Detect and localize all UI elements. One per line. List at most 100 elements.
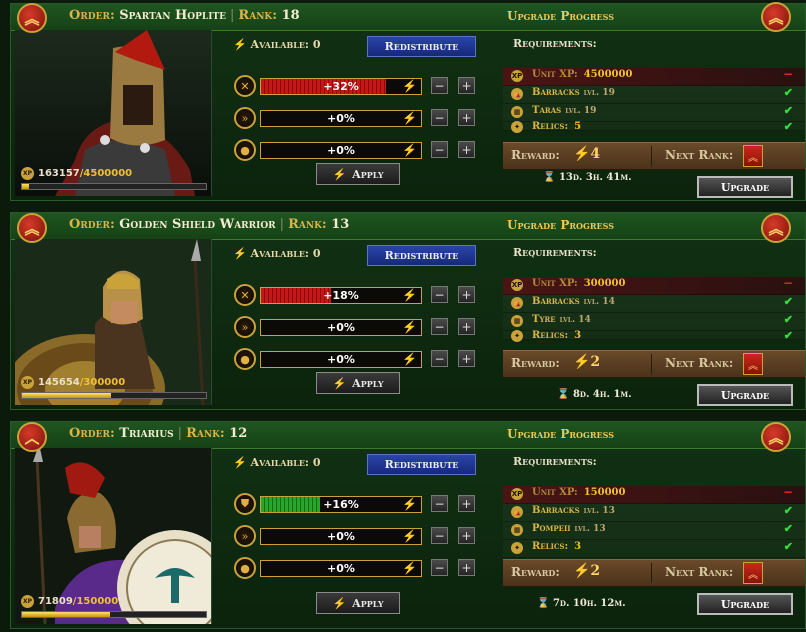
xp-icon: XP: [21, 595, 34, 608]
check-icon: ✔: [783, 329, 793, 342]
reward-bar: Reward: ⚡2 Next Rank: ︽: [503, 350, 805, 378]
energy-icon: ⚡: [402, 143, 417, 157]
crossed-swords-icon: ✕: [234, 75, 256, 97]
stat-bar: +0% ⚡: [260, 142, 422, 159]
next-rank-chevron-icon: ︽: [743, 145, 763, 167]
decrease-button[interactable]: −: [431, 527, 448, 544]
barracks-icon: ⛺: [511, 88, 523, 100]
money-bag-icon: ●: [234, 348, 256, 370]
increase-button[interactable]: +: [458, 286, 475, 303]
apply-label: Apply: [352, 596, 384, 610]
stat-bar: +0% ⚡: [260, 528, 422, 545]
requirement-row: ✦ Relics: 5 ✔: [503, 120, 805, 133]
decrease-button[interactable]: −: [431, 318, 448, 335]
reward-value: ⚡2: [573, 354, 601, 370]
energy-icon: ⚡: [402, 288, 417, 302]
xp-bar: [21, 183, 207, 190]
double-chevron-icon: »: [234, 107, 256, 129]
available-points: Available: 0: [250, 38, 321, 51]
requirements-title: Requirements:: [513, 246, 597, 259]
upgrade-button[interactable]: Upgrade: [697, 384, 793, 406]
decrease-button[interactable]: −: [431, 350, 448, 367]
energy-icon: ⚡: [332, 167, 347, 181]
stat-row: » +0% ⚡ − +: [234, 107, 486, 129]
xp-icon: XP: [511, 70, 523, 82]
increase-button[interactable]: +: [458, 109, 475, 126]
decrease-button[interactable]: −: [431, 286, 448, 303]
decrease-button[interactable]: −: [431, 559, 448, 576]
stat-row: » +0% ⚡ − +: [234, 316, 486, 338]
stat-bar: +0% ⚡: [260, 319, 422, 336]
stat-row: ● +0% ⚡ − +: [234, 139, 486, 161]
xp-current: 145654: [38, 377, 80, 388]
decrease-button[interactable]: −: [431, 141, 448, 158]
hourglass-icon: ⌛: [543, 172, 556, 183]
requirement-row: ▦ Tyre lvl. 14 ✔: [503, 313, 805, 331]
double-chevron-icon: »: [234, 316, 256, 338]
energy-icon: ⚡: [233, 456, 247, 469]
increase-button[interactable]: +: [458, 318, 475, 335]
energy-icon: ⚡: [233, 247, 247, 260]
upgrade-time: 8d. 4h. 1m.: [572, 389, 632, 400]
barracks-icon: ⛺: [511, 506, 523, 518]
hourglass-icon: ⌛: [557, 389, 570, 400]
requirement-row: XP Unit XP: 300000−: [503, 276, 805, 295]
increase-button[interactable]: +: [458, 527, 475, 544]
check-icon: ✔: [783, 313, 793, 326]
redistribute-button[interactable]: Redistribute: [367, 454, 476, 475]
relic-icon: ✦: [511, 121, 523, 133]
stat-value: +0%: [327, 353, 355, 366]
unmet-icon: −: [782, 67, 793, 81]
decrease-button[interactable]: −: [431, 495, 448, 512]
energy-icon: ⚡: [332, 596, 347, 610]
xp-icon: XP: [511, 279, 523, 291]
unit-name: Golden Shield Warrior: [119, 217, 276, 232]
apply-button[interactable]: ⚡ Apply: [316, 372, 400, 394]
check-icon: ✔: [783, 104, 793, 117]
redistribute-button[interactable]: Redistribute: [367, 36, 476, 57]
stat-value: +0%: [327, 321, 355, 334]
stat-value: +0%: [327, 562, 355, 575]
order-label: Order:: [69, 217, 115, 232]
next-rank-label: Next Rank:: [665, 356, 734, 370]
stat-row: ✕ +32% ⚡ − +: [234, 75, 486, 97]
increase-button[interactable]: +: [458, 77, 475, 94]
increase-button[interactable]: +: [458, 141, 475, 158]
upgrade-button[interactable]: Upgrade: [697, 593, 793, 615]
xp-max: /300000: [79, 377, 126, 388]
check-icon: ✔: [783, 295, 793, 308]
redistribute-button[interactable]: Redistribute: [367, 245, 476, 266]
requirement-row: XP Unit XP: 4500000−: [503, 67, 805, 86]
xp-icon: XP: [511, 488, 523, 500]
reward-label: Reward:: [511, 565, 560, 579]
rank-value: 12: [229, 426, 248, 441]
xp-bar-fill: [22, 184, 29, 189]
apply-button[interactable]: ⚡ Apply: [316, 592, 400, 614]
increase-button[interactable]: +: [458, 350, 475, 367]
decrease-button[interactable]: −: [431, 77, 448, 94]
reward-bar: Reward: ⚡4 Next Rank: ︽: [503, 142, 805, 170]
city-icon: ▦: [511, 315, 523, 327]
decrease-button[interactable]: −: [431, 109, 448, 126]
stat-value: +0%: [327, 144, 355, 157]
unit-portrait: XP 71809/150000: [15, 448, 212, 624]
check-icon: ✔: [783, 522, 793, 535]
unmet-icon: −: [782, 485, 793, 499]
increase-button[interactable]: +: [458, 559, 475, 576]
crossed-swords-icon: ✕: [234, 284, 256, 306]
stat-bar: +0% ⚡: [260, 351, 422, 368]
stat-value: +0%: [327, 112, 355, 125]
xp-progress: XP 71809/150000: [21, 595, 211, 621]
next-rank-label: Next Rank:: [665, 565, 734, 579]
stat-value: +32%: [323, 80, 359, 93]
increase-button[interactable]: +: [458, 495, 475, 512]
next-rank-insignia-icon: ︽: [761, 2, 791, 32]
money-bag-icon: ●: [234, 139, 256, 161]
energy-icon: ⚡: [332, 376, 347, 390]
upgrade-button[interactable]: Upgrade: [697, 176, 793, 198]
stat-value: +18%: [323, 289, 359, 302]
apply-button[interactable]: ⚡ Apply: [316, 163, 400, 185]
rank-insignia-icon: ︽: [17, 213, 47, 243]
unit-title: Order: Triarius | Rank: 12: [69, 426, 248, 441]
next-rank-chevron-icon: ︽: [743, 353, 763, 375]
